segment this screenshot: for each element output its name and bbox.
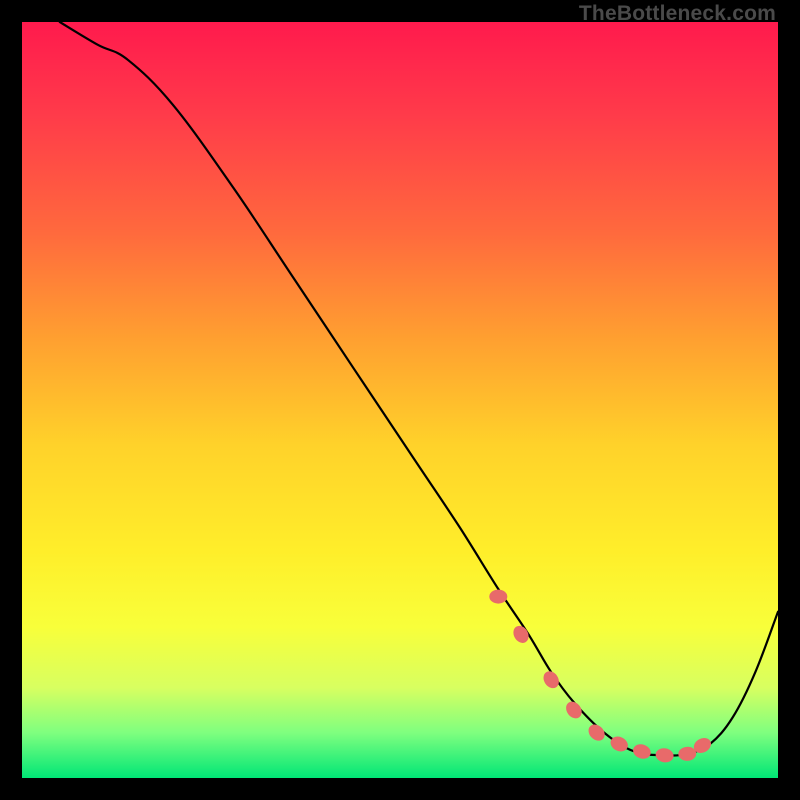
marker-dot bbox=[631, 742, 652, 761]
marker-dot bbox=[678, 746, 697, 761]
marker-group bbox=[489, 590, 713, 764]
chart-frame: TheBottleneck.com bbox=[0, 0, 800, 800]
marker-dot bbox=[655, 747, 675, 764]
plot-area bbox=[22, 22, 778, 778]
marker-dot bbox=[540, 668, 562, 691]
line-chart-svg bbox=[22, 22, 778, 778]
chart-curve bbox=[60, 22, 778, 756]
marker-dot bbox=[489, 590, 507, 604]
watermark-text: TheBottleneck.com bbox=[579, 2, 776, 26]
marker-dot bbox=[608, 734, 630, 755]
